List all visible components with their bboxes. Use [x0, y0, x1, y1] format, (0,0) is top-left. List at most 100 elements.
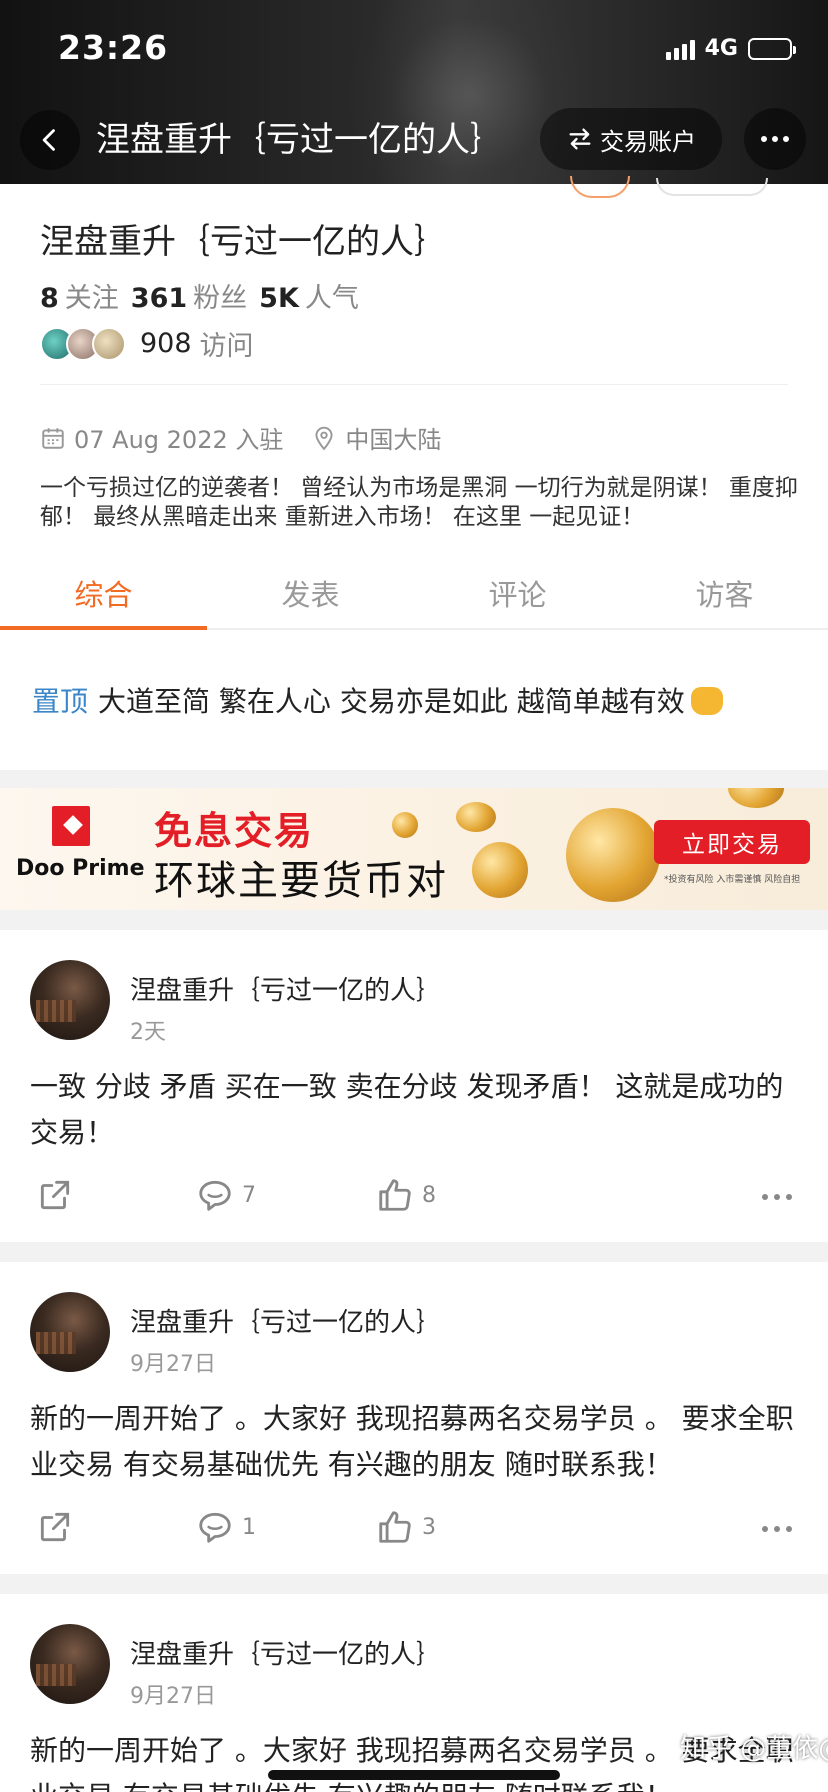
swap-icon — [569, 128, 591, 150]
chevron-left-icon — [42, 129, 55, 151]
coin-icon — [728, 788, 784, 808]
comment-button[interactable]: 1 — [196, 1508, 256, 1546]
section-separator — [0, 1242, 828, 1262]
thumbs-up-icon — [379, 1179, 411, 1211]
ad-cta-button[interactable]: 立即交易 — [654, 820, 810, 864]
coin-icon — [456, 802, 496, 832]
trade-account-label: 交易账户 — [600, 127, 696, 156]
popularity-stat: 5K 人气 — [259, 276, 359, 315]
more-dot — [772, 136, 778, 142]
post-content[interactable]: 新的一周开始了 。大家好 我现招募两名交易学员 。 要求全职业交易 有交易基础优… — [30, 1396, 800, 1488]
ad-headline: 免息交易 — [154, 809, 315, 853]
visits-label: 访问 — [199, 331, 254, 362]
home-indicator[interactable] — [268, 1770, 560, 1780]
ad-subline: 环球主要货币对 — [154, 858, 448, 904]
follow-button-edge[interactable] — [570, 176, 630, 198]
feed-post[interactable]: 涅盘重升｛亏过一亿的人｝ 2天 一致 分歧 矛盾 买在一致 卖在分歧 发现矛盾！… — [0, 930, 828, 1242]
visits-count: 908 — [140, 328, 192, 359]
post-actions: 1 3 — [0, 1508, 828, 1558]
avatar[interactable] — [30, 1624, 110, 1704]
network-type: 4G — [704, 36, 738, 61]
post-more-button[interactable] — [762, 1194, 792, 1200]
following-label: 关注 — [64, 283, 119, 314]
share-icon — [40, 1180, 70, 1210]
divider — [40, 384, 788, 385]
coin-icon — [472, 842, 528, 898]
ad-banner[interactable]: Doo Prime 免息交易 环球主要货币对 立即交易 *投资有风险 入市需谨慎… — [0, 788, 828, 910]
fist-emoji-icon — [690, 687, 723, 715]
visitors-row[interactable]: 908 访问 — [40, 324, 254, 363]
more-options-button[interactable] — [744, 108, 806, 170]
profile-bio: 一个亏损过亿的逆袭者！ 曾经认为市场是黑洞 一切行为就是阴谋！ 重度抑郁！ 最终… — [40, 475, 798, 530]
post-author[interactable]: 涅盘重升｛亏过一亿的人｝ — [130, 1302, 442, 1339]
pinned-text: 大道至简 繁在人心 交易亦是如此 越简单越有效 — [98, 685, 685, 718]
coin-icon — [392, 812, 418, 838]
share-button[interactable] — [36, 1176, 74, 1214]
more-dot — [761, 136, 767, 142]
thumbs-up-icon — [379, 1511, 411, 1543]
back-button[interactable] — [20, 110, 80, 170]
post-author[interactable]: 涅盘重升｛亏过一亿的人｝ — [130, 970, 442, 1007]
like-count: 8 — [422, 1182, 436, 1208]
share-button[interactable] — [36, 1508, 74, 1546]
section-separator — [0, 910, 828, 930]
post-author[interactable]: 涅盘重升｛亏过一亿的人｝ — [130, 1634, 442, 1671]
share-icon — [40, 1512, 70, 1542]
comment-button[interactable]: 7 — [196, 1176, 256, 1214]
post-time: 2天 — [130, 1020, 166, 1045]
nav-title: 涅盘重升｛亏过一亿的人｝ — [96, 120, 504, 160]
following-count: 8 — [40, 283, 59, 314]
location-pin-icon — [315, 426, 333, 450]
location-text: 中国大陆 — [345, 426, 442, 454]
section-separator — [0, 1574, 828, 1594]
tab-visitors[interactable]: 访客 — [621, 562, 828, 628]
comment-icon — [199, 1512, 231, 1543]
pinned-tag: 置顶 — [32, 685, 89, 718]
coin-icon — [566, 808, 660, 902]
more-dot — [783, 136, 789, 142]
trade-account-button[interactable]: 交易账户 — [540, 108, 722, 170]
battery-icon — [748, 37, 796, 60]
ad-disclaimer: *投资有风险 入市需谨慎 风险自担 — [664, 875, 801, 885]
join-date: 07 Aug 2022 入驻 — [74, 426, 284, 454]
fans-label: 粉丝 — [193, 283, 248, 314]
post-actions: 7 8 — [0, 1176, 828, 1226]
comment-icon — [199, 1180, 231, 1211]
avatar[interactable] — [30, 960, 110, 1040]
status-indicators: 4G — [665, 36, 796, 61]
popularity-count: 5K — [259, 283, 299, 314]
like-button[interactable]: 8 — [376, 1176, 436, 1214]
fans-stat[interactable]: 361 粉丝 — [131, 276, 247, 315]
tab-overview[interactable]: 综合 — [0, 562, 207, 630]
like-button[interactable]: 3 — [376, 1508, 436, 1546]
following-stat[interactable]: 8 关注 — [40, 276, 119, 315]
watermark: 知乎 @董依@ — [680, 1734, 828, 1764]
doo-prime-logo-icon — [52, 806, 90, 846]
message-button-edge[interactable] — [656, 178, 768, 196]
signal-icon — [665, 38, 695, 60]
post-more-button[interactable] — [762, 1526, 792, 1532]
post-content[interactable]: 一致 分歧 矛盾 买在一致 卖在分歧 发现矛盾！ 这就是成功的交易！ — [30, 1064, 800, 1156]
tab-posts[interactable]: 发表 — [207, 562, 414, 628]
comment-count: 7 — [242, 1182, 256, 1208]
visitor-avatar — [92, 326, 126, 361]
calendar-icon — [42, 427, 64, 449]
profile-header: 23:26 4G 涅盘重升｛亏过一亿的人｝ 交易账户 — [0, 0, 828, 184]
like-count: 3 — [422, 1514, 436, 1540]
pinned-post[interactable]: 置顶 大道至简 繁在人心 交易亦是如此 越简单越有效 — [32, 680, 723, 720]
post-time: 9月27日 — [130, 1352, 216, 1377]
profile-meta: 07 Aug 2022 入驻 中国大陆 — [40, 420, 441, 455]
post-time: 9月27日 — [130, 1684, 216, 1709]
section-separator — [0, 770, 828, 790]
feed-post[interactable]: 涅盘重升｛亏过一亿的人｝ 9月27日 新的一周开始了 。大家好 我现招募两名交易… — [0, 1262, 828, 1574]
tab-comments[interactable]: 评论 — [414, 562, 621, 628]
avatar[interactable] — [30, 1292, 110, 1372]
status-time: 23:26 — [58, 28, 169, 67]
profile-name: 涅盘重升｛亏过一亿的人｝ — [40, 222, 448, 262]
fans-count: 361 — [130, 283, 188, 314]
profile-stats: 8 关注 361 粉丝 5K 人气 — [40, 276, 359, 315]
comment-count: 1 — [242, 1514, 256, 1540]
profile-tabs: 综合 发表 评论 访客 — [0, 562, 828, 630]
ad-brand: Doo Prime — [16, 856, 145, 881]
location: 中国大陆 — [311, 420, 441, 455]
